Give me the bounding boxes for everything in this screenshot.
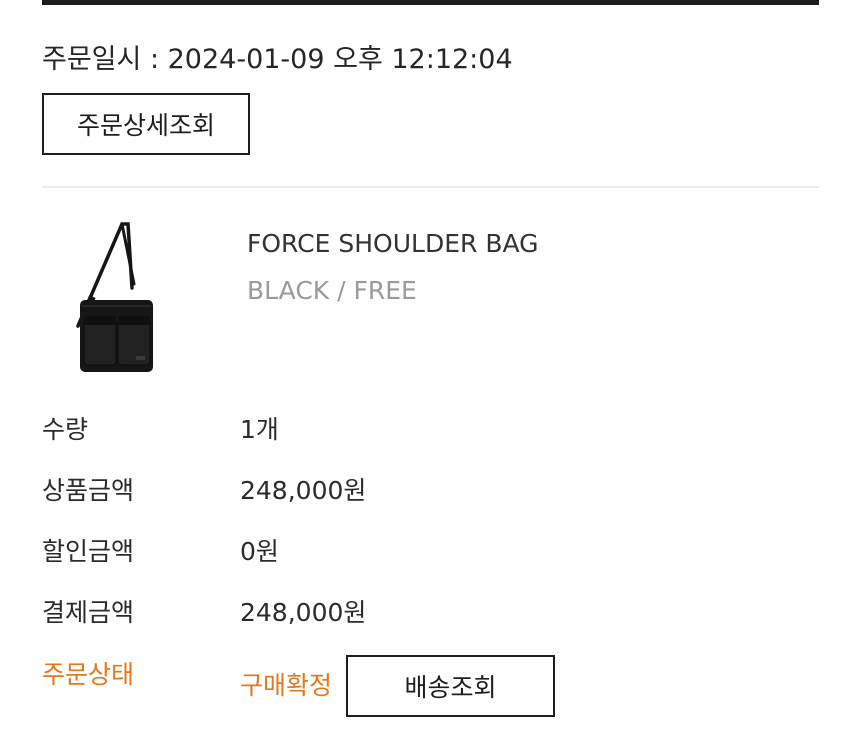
product-option: BLACK / FREE bbox=[247, 276, 417, 305]
order-status-label: 주문상태 bbox=[42, 660, 135, 689]
product-amount-value: 248,000원 bbox=[240, 476, 367, 505]
order-detail-button[interactable]: 주문상세조회 bbox=[42, 93, 250, 155]
product-amount-label: 상품금액 bbox=[42, 476, 135, 505]
payment-amount-value: 248,000원 bbox=[240, 598, 367, 627]
shoulder-bag-icon bbox=[76, 222, 153, 372]
discount-amount-value: 0원 bbox=[240, 537, 279, 566]
section-divider bbox=[42, 186, 819, 188]
product-name[interactable]: FORCE SHOULDER BAG bbox=[247, 225, 539, 263]
track-delivery-button[interactable]: 배송조회 bbox=[346, 655, 555, 717]
top-divider bbox=[42, 0, 819, 5]
product-image[interactable] bbox=[60, 218, 180, 380]
discount-amount-label: 할인금액 bbox=[42, 537, 135, 566]
order-status-value: 구매확정 bbox=[240, 671, 333, 700]
quantity-value: 1개 bbox=[240, 415, 279, 444]
order-date: 주문일시 : 2024-01-09 오후 12:12:04 bbox=[42, 44, 513, 75]
quantity-label: 수량 bbox=[42, 415, 89, 444]
payment-amount-label: 결제금액 bbox=[42, 598, 135, 627]
